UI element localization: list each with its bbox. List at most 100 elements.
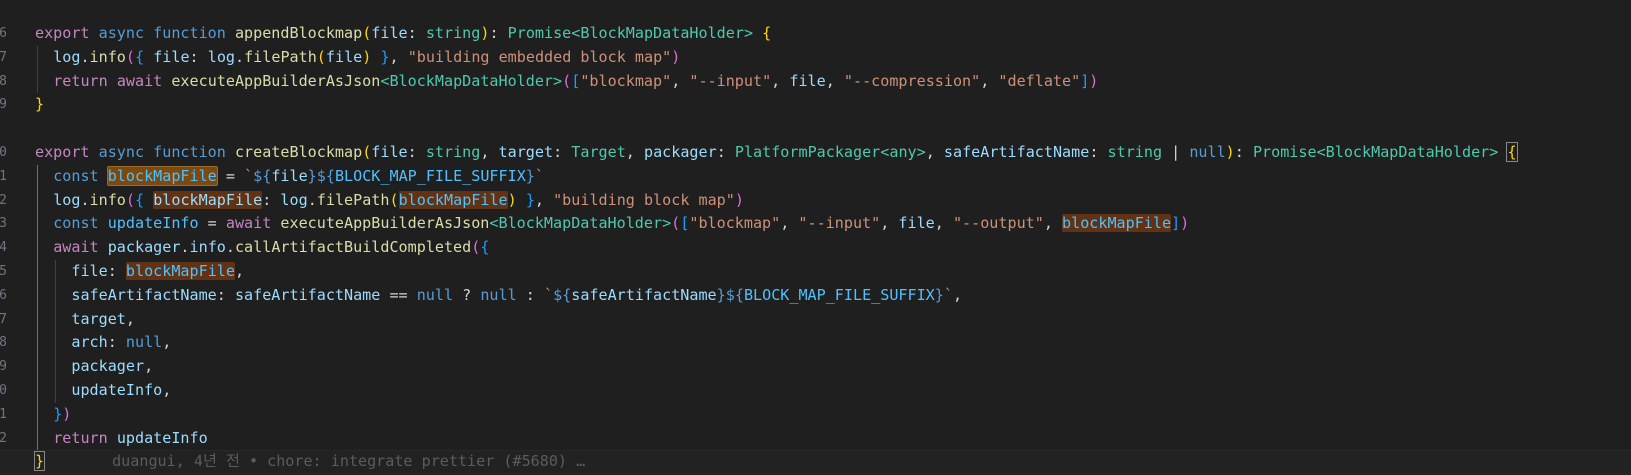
code-token: , — [234, 261, 245, 280]
code-token: : — [107, 261, 126, 280]
code-token: , — [780, 214, 799, 233]
code-token: : — [407, 24, 426, 42]
code-token: file — [789, 71, 826, 90]
code-token: , — [980, 71, 999, 90]
code-token: : — [489, 24, 508, 42]
code-line[interactable]: export async function createBlockmap(fil… — [35, 141, 1631, 165]
git-blame-annotation[interactable]: duangui, 4년 전 • chore: integrate prettie… — [44, 452, 585, 470]
code-line[interactable]: return await executeAppBuilderAsJson<Blo… — [35, 69, 1631, 94]
code-token: callArtifactBuildCompleted — [234, 238, 472, 257]
code-editor[interactable]: 678901234567890123 export async function… — [0, 0, 1631, 475]
code-line[interactable]: safeArtifactName: safeArtifactName == nu… — [35, 283, 1631, 308]
code-token: : — [516, 285, 544, 304]
code-token: : — [1089, 142, 1108, 161]
code-token: ` — [543, 285, 554, 304]
code-token: ` — [244, 166, 254, 185]
code-token: return — [53, 428, 108, 447]
code-token: } — [380, 47, 390, 66]
code-token: createBlockmap — [234, 142, 363, 161]
code-token: file — [371, 142, 408, 161]
code-token: safeArtifactName — [571, 285, 717, 304]
blame-time: 4년 전 — [193, 452, 240, 471]
code-token: file — [371, 24, 408, 42]
indent-guide — [37, 283, 38, 308]
code-line[interactable]: export async function appendBlockmap(fil… — [35, 22, 1631, 46]
code-line[interactable]: packager, — [35, 355, 1631, 379]
code-token: Target — [571, 142, 626, 161]
code-token: return — [53, 71, 108, 90]
code-token: export — [35, 24, 90, 42]
code-line[interactable]: updateInfo, — [35, 378, 1631, 403]
line-number: 5 — [0, 264, 7, 279]
code-token: { — [762, 24, 772, 42]
blame-separator: • — [248, 452, 259, 471]
line-number: 2 — [0, 430, 7, 446]
code-token: : — [189, 47, 208, 66]
code-line[interactable]: await packager.info.callArtifactBuildCom… — [35, 236, 1631, 260]
indent-guide — [37, 355, 38, 379]
line-number: 8 — [0, 335, 7, 351]
code-token: ` — [534, 166, 544, 185]
code-token: "--input" — [689, 71, 772, 90]
code-token: , — [925, 142, 944, 161]
code-token: ( — [316, 47, 326, 66]
indentation — [35, 357, 71, 375]
code-token: } — [53, 404, 63, 423]
indent-guide — [37, 236, 38, 260]
code-token: } — [525, 166, 535, 185]
code-line[interactable]: file: blockMapFile, — [35, 259, 1631, 284]
code-token: ) — [1225, 142, 1235, 161]
line-number: 7 — [0, 49, 7, 65]
code-token: > — [553, 71, 563, 90]
code-token: export — [35, 142, 90, 161]
code-token: info — [89, 190, 126, 209]
code-token: target — [71, 309, 126, 328]
code-token: : — [216, 285, 235, 304]
code-line[interactable]: target, — [35, 307, 1631, 332]
indent-guide — [37, 331, 38, 356]
code-line[interactable]: log.info({ blockMapFile: log.filePath(bl… — [35, 188, 1631, 213]
code-token: [ — [680, 214, 690, 233]
code-line[interactable]: } duangui, 4년 전 • chore: integrate pretti… — [0, 450, 1631, 475]
code-token: file — [325, 47, 363, 66]
indentation — [35, 262, 71, 280]
code-line[interactable]: } — [35, 93, 1631, 117]
indent-guide — [55, 259, 57, 284]
code-token: ${ — [553, 285, 572, 304]
code-token: safeArtifactName — [71, 285, 217, 304]
code-token: executeAppBuilderAsJson — [280, 214, 490, 233]
code-line[interactable]: const blockMapFile = `${file}${BLOCK_MAP… — [35, 164, 1631, 189]
indentation — [35, 310, 71, 328]
code-line[interactable]: arch: null, — [35, 331, 1631, 356]
code-area[interactable]: export async function appendBlockmap(fil… — [0, 22, 1631, 475]
indent-guide — [37, 402, 38, 427]
code-token: { — [480, 238, 490, 257]
code-token: = — [198, 214, 226, 233]
code-line[interactable]: const updateInfo = await executeAppBuild… — [35, 212, 1631, 237]
code-token: updateInfo — [107, 214, 199, 233]
code-token: : — [716, 142, 735, 161]
code-token: ] — [1080, 71, 1090, 90]
code-token: string — [425, 24, 481, 42]
code-line[interactable]: log.info({ file: log.filePath(file) }, "… — [35, 45, 1631, 70]
code-line[interactable] — [35, 117, 1631, 141]
code-token: < — [880, 142, 890, 161]
code-token: blockMapFile — [125, 261, 235, 280]
code-line[interactable]: return updateInfo — [35, 426, 1631, 451]
indent-guide — [37, 164, 38, 189]
line-number: 8 — [0, 73, 7, 89]
code-token: } — [716, 285, 726, 304]
code-token: . — [80, 47, 90, 66]
line-number: 2 — [0, 192, 7, 208]
code-line[interactable]: }) — [35, 402, 1631, 427]
code-token: BLOCK_MAP_FILE_SUFFIX — [334, 166, 526, 185]
code-token: , — [952, 285, 963, 304]
code-token: BlockMapDataHolder — [498, 214, 663, 233]
code-token: BlockMapDataHolder — [389, 71, 554, 90]
code-token: } — [934, 285, 944, 304]
